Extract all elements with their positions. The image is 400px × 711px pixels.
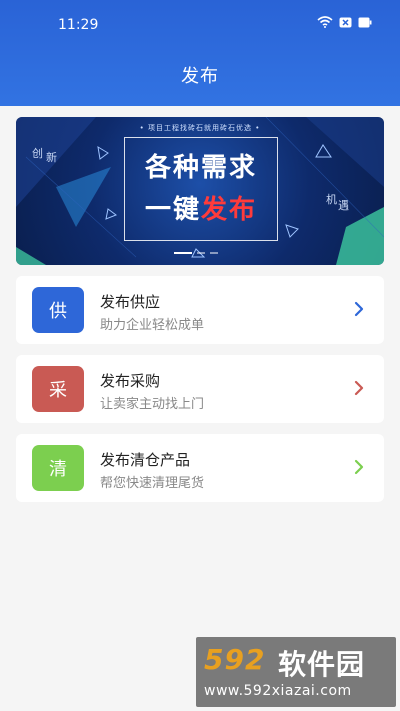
banner-headline-2a: 一键 [144,195,201,225]
banner-tag-right-2: 遇 [338,199,349,212]
clearance-subtitle: 帮您快速清理尾货 [100,476,205,491]
battery-icon [358,17,372,27]
app-header: 11:29 发布 [0,0,400,106]
watermark-logo-text: 软件园 [278,648,366,681]
publish-supply-item[interactable]: 供 发布供应 助力企业轻松成单 [16,276,384,344]
supply-icon: 供 [32,287,84,333]
supply-title: 发布供应 [100,293,161,311]
publish-purchase-item[interactable]: 采 发布采购 让卖家主动找上门 [16,355,384,423]
purchase-icon: 采 [32,366,84,412]
sim-x-icon [339,17,352,27]
chevron-right-icon [354,459,364,475]
clearance-icon: 清 [32,445,84,491]
chevron-right-icon [354,301,364,317]
promo-banner[interactable]: • 项目工程找砖石就用砖石优选 • 各种需求 一键发布 创 新 机 遇 [16,117,384,265]
supply-subtitle: 助力企业轻松成单 [100,318,205,333]
banner-headline-2b: 发布 [201,195,258,225]
banner-tag-right-1: 机 [326,193,337,206]
status-bar: 11:29 [0,0,400,48]
page-title: 发布 [181,66,219,87]
banner-topline: • 项目工程找砖石就用砖石优选 • [139,124,261,132]
purchase-title: 发布采购 [100,372,161,390]
banner-tag-left-1: 创 [32,147,43,160]
status-time: 11:29 [58,17,99,33]
watermark-logo-number: 592 [204,643,266,676]
clearance-title: 发布清仓产品 [100,451,191,469]
banner-pagination[interactable] [174,252,218,254]
banner-tag-left-2: 新 [46,151,57,164]
publish-page: 11:29 发布 • 项目工程找砖石就用砖石优选 • 各种需求 一键发布 创 新… [0,0,400,711]
banner-dot-active[interactable] [174,252,192,254]
banner-dot[interactable] [197,252,205,254]
banner-dot[interactable] [210,252,218,254]
publish-clearance-item[interactable]: 清 发布清仓产品 帮您快速清理尾货 [16,434,384,502]
banner-headline-1: 各种需求 [144,153,257,183]
watermark-url: www.592xiazai.com [204,683,352,699]
chevron-right-icon [354,380,364,396]
status-icons [317,16,372,28]
wifi-icon [317,16,333,28]
purchase-subtitle: 让卖家主动找上门 [100,397,205,412]
watermark: 592 软件园 www.592xiazai.com [196,637,396,707]
banner-headline-2: 一键发布 [124,189,278,226]
